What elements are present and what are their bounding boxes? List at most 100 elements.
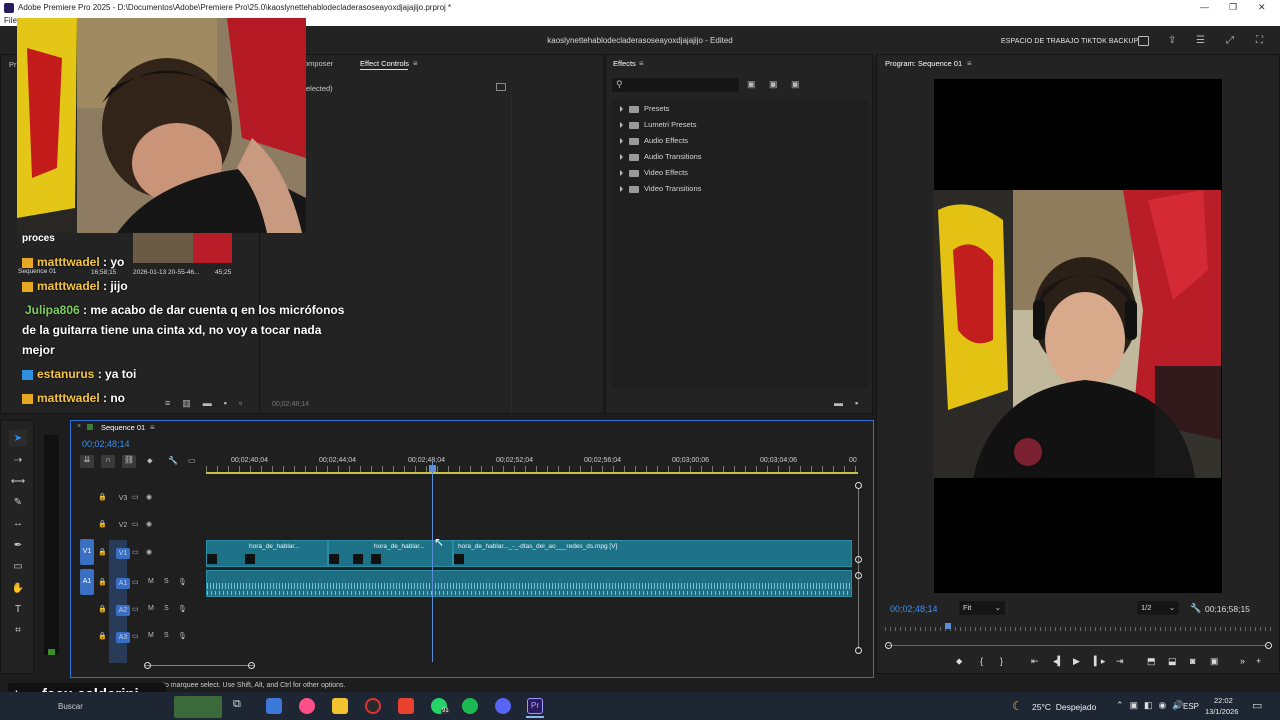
add-marker-icon[interactable]: ⬥ [147,456,153,466]
rectangle-icon[interactable]: ▭ [9,558,27,574]
tab-effect-controls[interactable]: Effect Controls [360,59,409,68]
caption-icon[interactable]: ⌗ [9,622,27,638]
tray-icons[interactable]: ⌃▣◧◉🔊 [1116,700,1190,711]
tree-audio-transitions[interactable]: Audio Transitions [620,152,702,161]
app-icon[interactable] [299,698,315,714]
eye-icon[interactable]: ◉ [146,493,152,501]
lock-icon[interactable]: 🔒 [98,493,107,501]
v-scroll-bottom[interactable] [855,647,862,654]
go-to-in-icon[interactable]: ⇤ [1031,656,1039,667]
eye-icon[interactable]: ◉ [146,548,152,556]
solo-icon[interactable]: S [164,605,169,612]
pen-icon[interactable]: ✒ [9,537,27,553]
hand-icon[interactable]: ✋ [9,580,27,596]
work-area-bar[interactable] [206,472,858,474]
solo-icon[interactable]: S [164,632,169,639]
taskbar-time[interactable]: 22:02 [1214,696,1233,705]
yuv-effects-icon[interactable]: ▣ [791,79,800,90]
selection-tool-icon[interactable]: ➤ [9,430,27,446]
step-forward-icon[interactable]: ▍▸ [1094,656,1105,667]
wrench-icon[interactable]: 🔧 [1190,603,1201,614]
lock-icon[interactable]: 🔒 [98,578,107,586]
new-bin-icon[interactable]: ▬ [834,398,843,408]
button-editor-icon[interactable]: + [1256,656,1261,666]
sync-lock-icon[interactable]: ▭ [132,548,139,556]
source-patch-v1[interactable]: V1 [80,539,94,565]
weather-text[interactable]: 25°C Despejado [1032,702,1096,712]
v-scroll-audio-top[interactable] [855,572,862,579]
track-select-icon[interactable]: ⇢ [9,452,27,468]
lock-icon[interactable]: 🔒 [98,605,107,613]
compare-icon[interactable]: ▣ [1210,656,1219,667]
task-view-icon[interactable]: ⧉ [233,698,249,714]
captions-icon[interactable]: ▭ [188,456,196,465]
accelerated-effects-icon[interactable]: ▣ [747,79,756,90]
h-scroll-right[interactable] [248,662,255,669]
timeline-timecode[interactable]: 00;02;48;14 [82,439,130,449]
fit-select[interactable]: Fit ⌄ [959,601,1005,615]
video-clip[interactable]: hora_de_hablar... [206,540,328,567]
razor-icon[interactable]: ✎ [9,494,27,510]
ripple-edit-icon[interactable]: ⟷ [9,473,27,489]
tab-effects[interactable]: Effects [613,59,636,68]
play-icon[interactable]: ▶ [1073,656,1080,667]
v-scroll-mid[interactable] [855,556,862,563]
solo-icon[interactable]: S [164,578,169,585]
menu-file[interactable]: File [4,16,17,25]
discord-icon[interactable] [495,698,511,714]
premiere-taskbar-icon[interactable]: Pr [527,698,543,714]
mute-icon[interactable]: M [148,578,154,585]
zoom-handle-left[interactable] [885,642,892,649]
explorer-icon[interactable] [332,698,348,714]
effects-search-input[interactable]: ⚲ [612,78,739,92]
expand-icon[interactable]: ⤢ [1226,35,1234,46]
source-patch-a1[interactable]: A1 [80,569,94,595]
taskbar-date[interactable]: 13/1/2026 [1205,707,1238,716]
mute-icon[interactable]: M [148,632,154,639]
tab-essential-composer[interactable]: omposer [304,59,333,68]
program-timecode[interactable]: 00;02;48;14 [890,604,938,614]
workspace-label[interactable]: ESPACIO DE TRABAJO TIKTOK BACKUP [1001,38,1138,45]
tab-menu-icon[interactable]: ≡ [967,59,972,68]
export-frame-icon[interactable]: ◙ [1190,656,1195,666]
mini-playhead[interactable] [945,623,951,629]
project-footer-icons[interactable]: ≡▥▬▪▫ [165,398,254,409]
sync-lock-icon[interactable]: ▭ [132,578,139,586]
delete-icon[interactable]: ▪ [855,398,858,408]
mic-icon[interactable]: 🎙 [178,578,187,586]
h-scrollbar[interactable] [145,665,255,666]
v-scrollbar[interactable] [858,489,859,649]
restore-icon[interactable]: ❐ [1229,2,1237,13]
audio-clip[interactable] [206,570,852,597]
nest-toggle-icon[interactable]: ⇊ [80,455,94,468]
obs-icon[interactable] [365,698,381,714]
input-language[interactable]: ESP [1183,702,1199,711]
zoom-handle-right[interactable] [1265,642,1272,649]
share-icon[interactable]: ⇪ [1168,35,1176,46]
close-icon[interactable]: ✕ [1258,2,1266,13]
mark-out-icon[interactable]: } [1000,656,1003,666]
tree-audio-effects[interactable]: Audio Effects [620,136,688,145]
sync-lock-icon[interactable]: ▭ [132,605,139,613]
sync-lock-icon[interactable]: ▭ [132,493,139,501]
32bit-effects-icon[interactable]: ▣ [769,79,778,90]
settings-wrench-icon[interactable]: 🔧 [168,456,178,465]
tab-sequence[interactable]: Sequence 01 [101,423,145,432]
slip-icon[interactable]: ↔ [9,515,27,531]
tab-menu-icon[interactable]: ≡ [413,59,418,68]
tab-menu-icon[interactable]: ≡ [150,423,155,432]
playhead-handle[interactable] [429,465,436,472]
resolution-select[interactable]: 1/2 ⌄ [1137,601,1179,615]
tree-video-transitions[interactable]: Video Transitions [620,184,701,193]
lock-icon[interactable]: 🔒 [98,520,107,528]
tree-presets[interactable]: Presets [620,104,669,113]
zoom-bar[interactable] [887,645,1269,646]
minimize-icon[interactable]: — [1200,2,1209,12]
lift-icon[interactable]: ⬒ [1147,656,1156,667]
mute-icon[interactable]: M [148,605,154,612]
eye-icon[interactable]: ◉ [146,520,152,528]
add-marker-icon[interactable]: ⬥ [956,656,962,667]
extract-icon[interactable]: ⬓ [1168,656,1177,667]
step-back-icon[interactable]: ◂▍ [1053,656,1064,667]
mini-ruler[interactable] [885,627,1273,631]
